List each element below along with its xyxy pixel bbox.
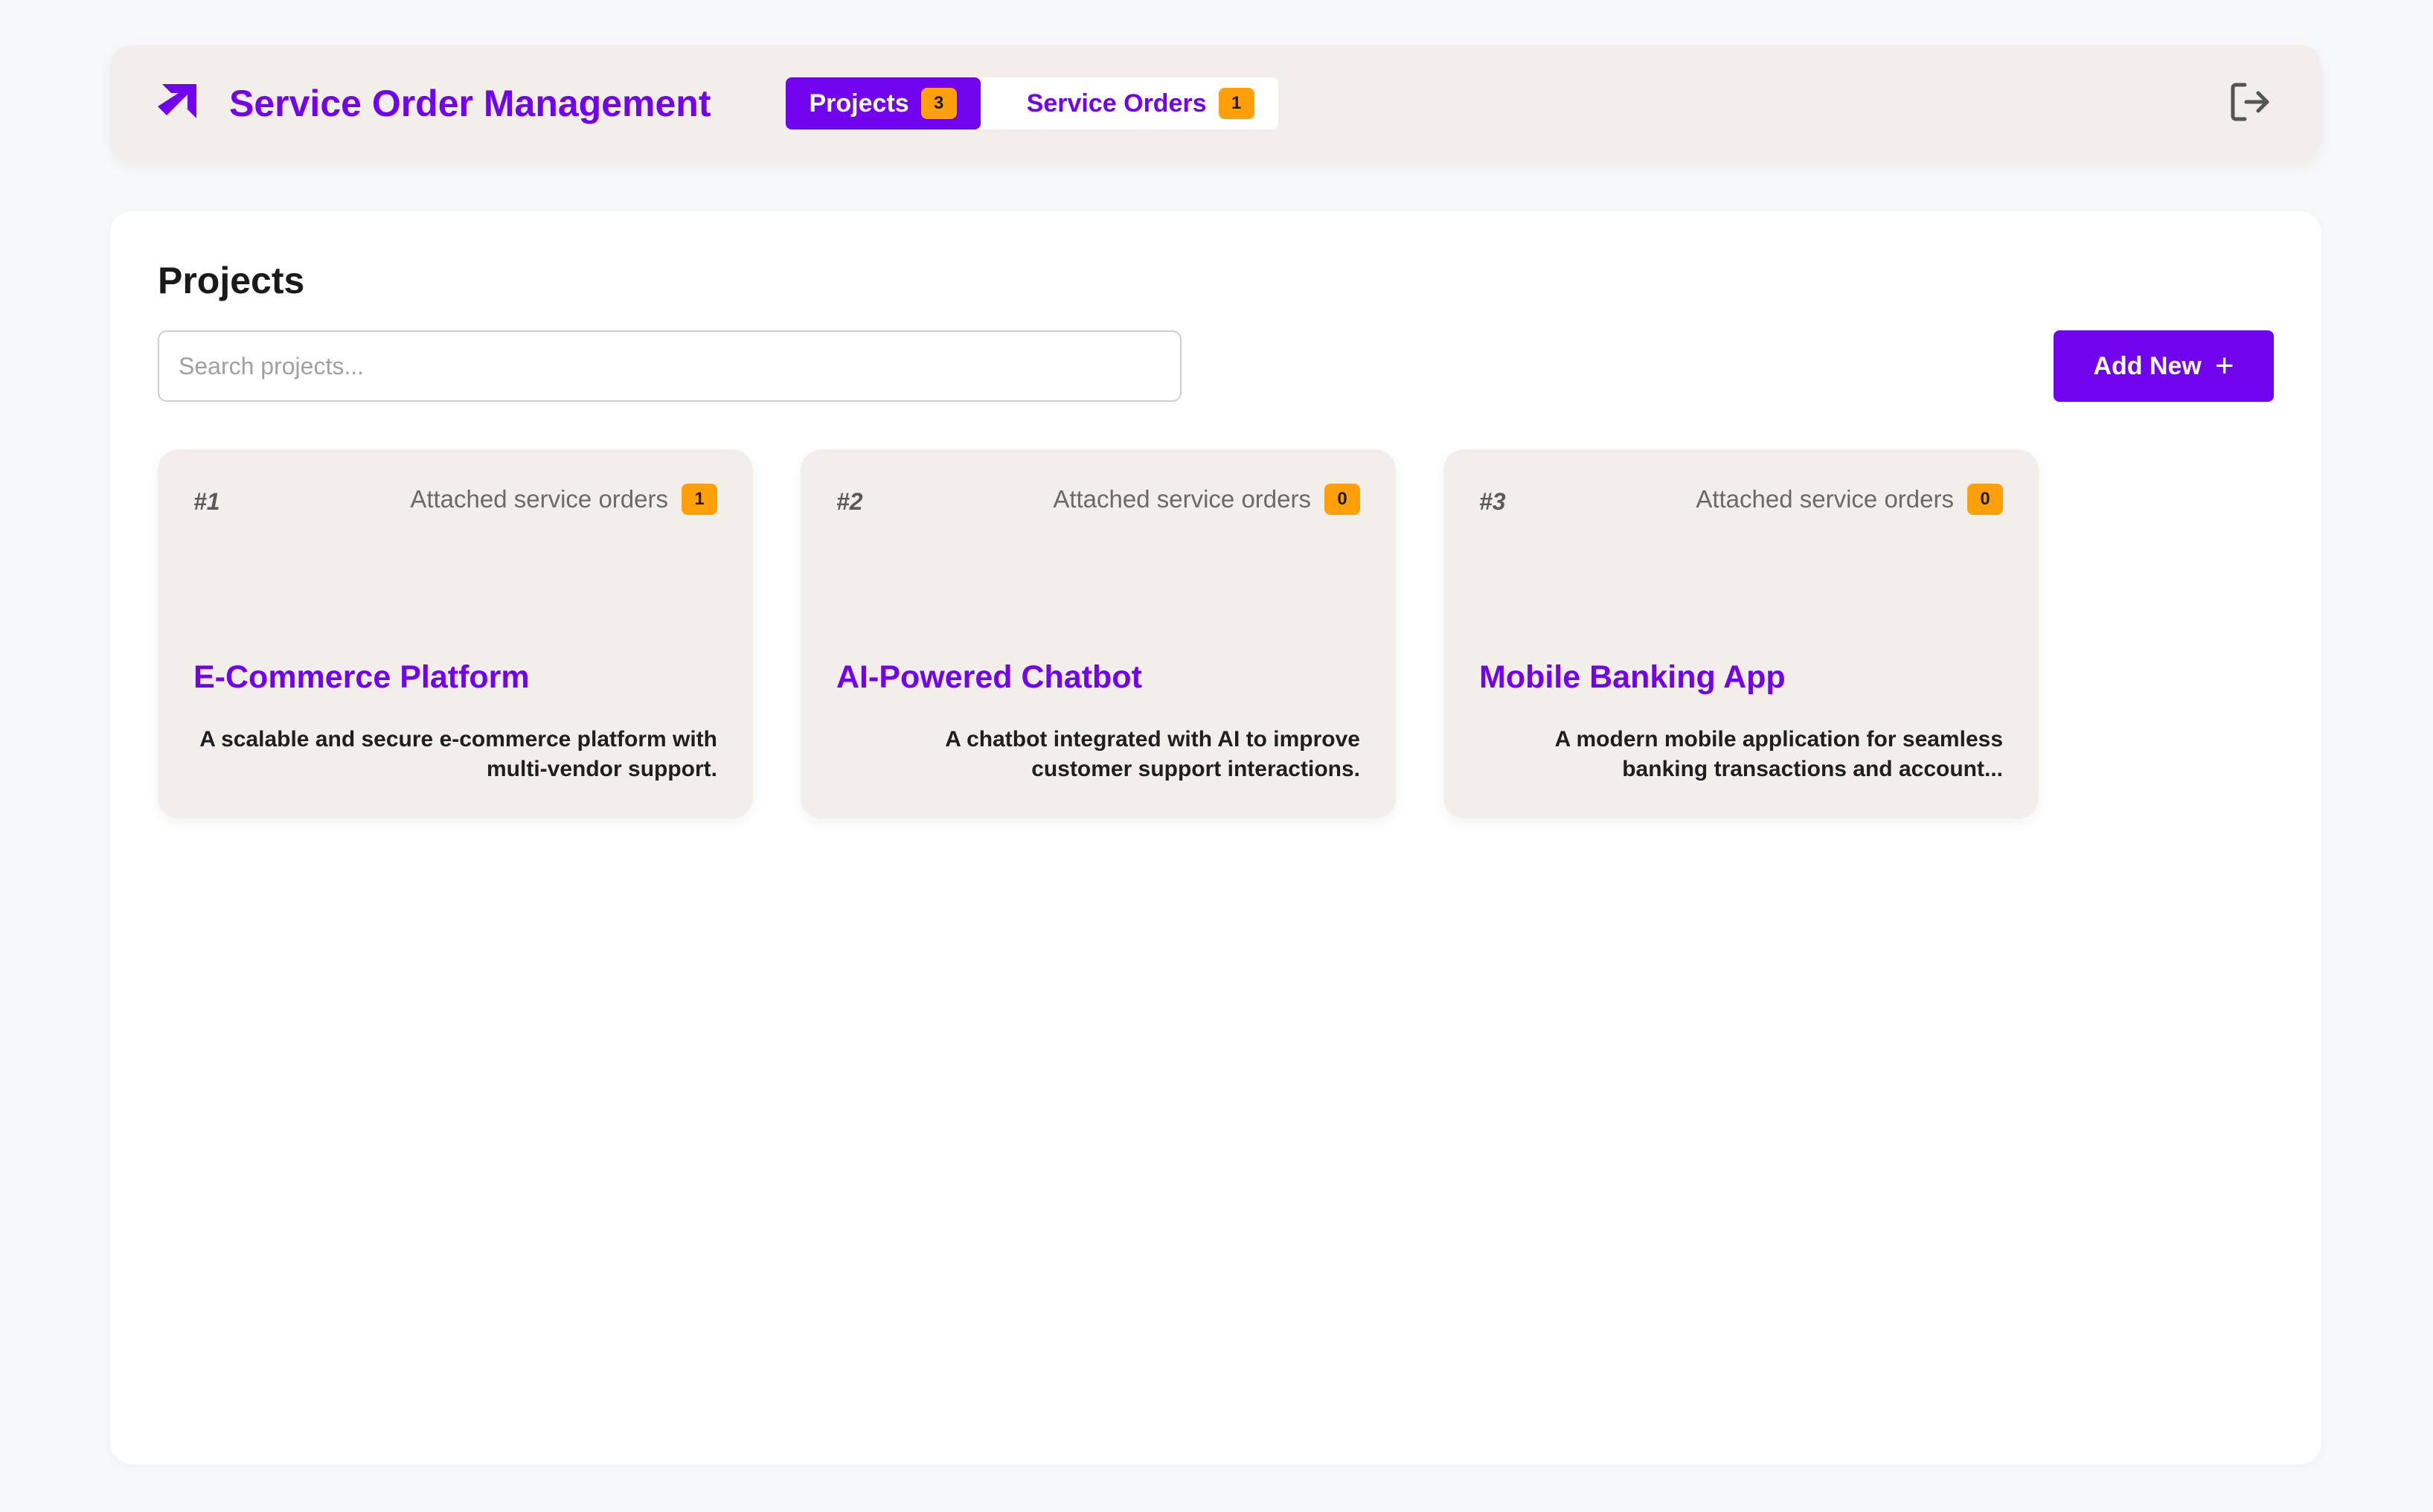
project-card[interactable]: #2 Attached service orders 0 AI-Powered … [801, 449, 1396, 819]
projects-panel: Projects Add New + #1 Attached service o… [110, 211, 2321, 1464]
project-card[interactable]: #1 Attached service orders 1 E-Commerce … [158, 449, 753, 819]
tab-service-orders[interactable]: Service Orders 1 [1003, 77, 1278, 129]
page-title: Projects [158, 260, 305, 301]
project-card[interactable]: #3 Attached service orders 0 Mobile Bank… [1443, 449, 2039, 819]
add-new-button[interactable]: Add New + [2054, 330, 2274, 402]
project-title: Mobile Banking App [1479, 659, 1786, 695]
project-number: #2 [836, 488, 863, 515]
attached-orders: Attached service orders 1 [410, 484, 717, 515]
attached-orders-count-badge: 0 [1324, 484, 1360, 515]
project-description: A modern mobile application for seamless… [1554, 727, 2003, 781]
add-new-label: Add New [2093, 351, 2202, 380]
project-number: #1 [193, 488, 220, 515]
tab-service-orders-label: Service Orders [1026, 89, 1207, 118]
arrow-up-right-icon [158, 84, 196, 123]
attached-orders: Attached service orders 0 [1053, 484, 1360, 515]
attached-orders: Attached service orders 0 [1696, 484, 2003, 515]
tab-projects-label: Projects [809, 89, 909, 118]
attached-orders-count-badge: 1 [682, 484, 717, 515]
logout-button[interactable] [2226, 80, 2274, 127]
attached-orders-count-badge: 0 [1967, 484, 2003, 515]
project-description: A chatbot integrated with AI to improve … [945, 727, 1360, 781]
service-orders-count-badge: 1 [1218, 88, 1254, 119]
projects-count-badge: 3 [920, 88, 957, 119]
project-title: E-Commerce Platform [193, 659, 530, 695]
top-header: Service Order Management Projects 3 Serv… [110, 45, 2321, 162]
attached-orders-label: Attached service orders [1053, 485, 1311, 513]
attached-orders-label: Attached service orders [1696, 485, 1954, 513]
plus-icon: + [2214, 347, 2234, 384]
project-number: #3 [1479, 488, 1506, 515]
project-title: AI-Powered Chatbot [836, 659, 1142, 695]
project-description: A scalable and secure e-commerce platfor… [199, 727, 717, 781]
search-input[interactable] [158, 330, 1182, 402]
tab-projects[interactable]: Projects 3 [785, 77, 981, 129]
logout-icon [2228, 80, 2272, 127]
app-title: Service Order Management [229, 83, 711, 124]
attached-orders-label: Attached service orders [410, 485, 668, 513]
nav-tabs: Projects 3 Service Orders 1 [785, 77, 1278, 129]
